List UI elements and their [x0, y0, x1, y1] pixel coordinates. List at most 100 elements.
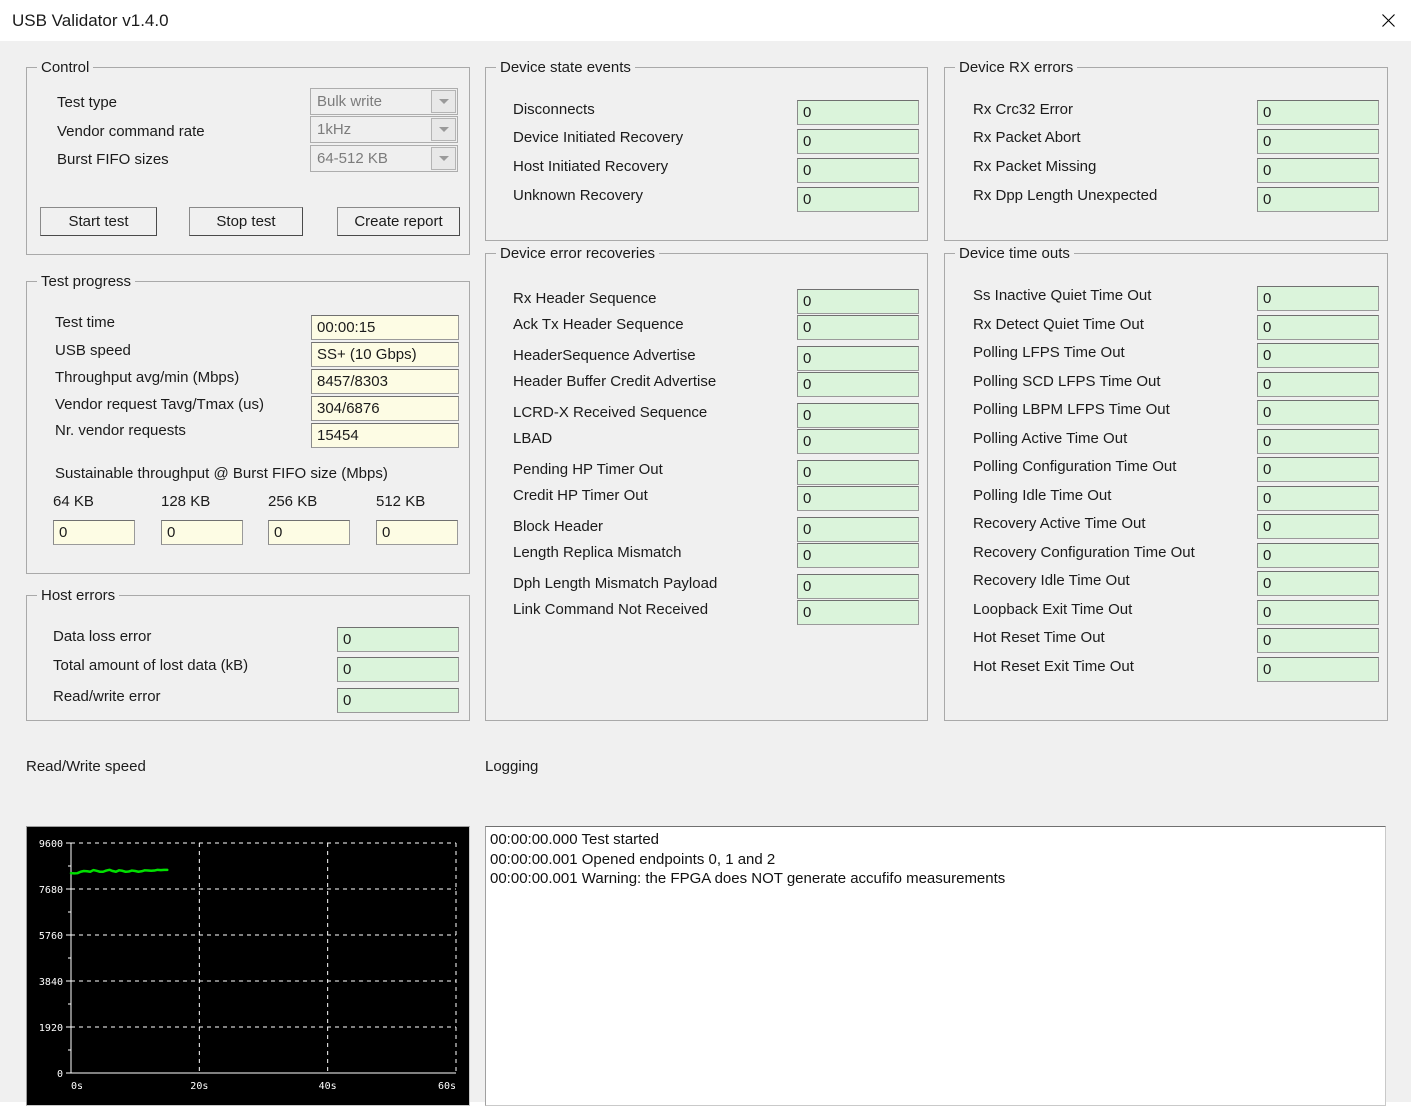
title-bar: USB Validator v1.4.0 — [0, 0, 1411, 42]
log-line: 00:00:00.001 Opened endpoints 0, 1 and 2 — [490, 850, 776, 868]
lost-data-label: Total amount of lost data (kB) — [53, 657, 249, 674]
svg-text:40s: 40s — [319, 1081, 337, 1092]
vendor-command-rate-label: Vendor command rate — [57, 123, 205, 140]
recovery-configuration-time-out-label: Recovery Configuration Time Out — [973, 544, 1195, 561]
lost-data-value: 0 — [337, 657, 459, 682]
throughput-label: Throughput avg/min (Mbps) — [55, 369, 240, 386]
read-write-speed-heading: Read/Write speed — [26, 758, 146, 775]
fifo-512kb-label: 512 KB — [376, 493, 426, 510]
data-loss-error-label: Data loss error — [53, 628, 152, 645]
lcrd-x-received-sequence-value: 0 — [797, 403, 919, 428]
read-write-error-label: Read/write error — [53, 688, 161, 705]
burst-fifo-sizes-value: 64-512 KB — [317, 150, 388, 167]
rx-packet-missing-value: 0 — [1257, 158, 1379, 183]
svg-text:9600: 9600 — [39, 839, 63, 850]
polling-configuration-time-out-value: 0 — [1257, 457, 1379, 482]
host-initiated-recovery-value: 0 — [797, 158, 919, 183]
vendor-command-rate-combo[interactable]: 1kHz — [310, 116, 458, 143]
length-replica-mismatch-value: 0 — [797, 543, 919, 568]
lbad-label: LBAD — [513, 430, 553, 447]
svg-text:20s: 20s — [190, 1081, 208, 1092]
hot-reset-time-out-label: Hot Reset Time Out — [973, 629, 1105, 646]
rx-detect-quiet-time-out-label: Rx Detect Quiet Time Out — [973, 316, 1144, 333]
host-errors-group-title: Host errors — [37, 587, 120, 604]
polling-active-time-out-value: 0 — [1257, 429, 1379, 454]
device-initiated-recovery-value: 0 — [797, 129, 919, 154]
hot-reset-time-out-value: 0 — [1257, 628, 1379, 653]
device-error-recoveries-group: Device error recoveries Rx Header Sequen… — [485, 245, 928, 721]
hot-reset-exit-time-out-label: Hot Reset Exit Time Out — [973, 658, 1134, 675]
rx-header-sequence-label: Rx Header Sequence — [513, 290, 657, 307]
rx-crc32-error-value: 0 — [1257, 100, 1379, 125]
fifo-128kb-value: 0 — [161, 520, 243, 545]
device-time-outs-group: Device time outs Ss Inactive Quiet Time … — [944, 245, 1388, 721]
vendor-request-time-label: Vendor request Tavg/Tmax (us) — [55, 396, 264, 413]
svg-text:0: 0 — [57, 1069, 63, 1080]
usb-speed-label: USB speed — [55, 342, 131, 359]
rx-crc32-error-label: Rx Crc32 Error — [973, 101, 1074, 118]
device-rx-errors-group-title: Device RX errors — [955, 59, 1078, 76]
fifo-512kb-value: 0 — [376, 520, 458, 545]
polling-lbpm-lfps-time-out-label: Polling LBPM LFPS Time Out — [973, 401, 1170, 418]
burst-fifo-sizes-combo[interactable]: 64-512 KB — [310, 145, 458, 172]
loopback-exit-time-out-label: Loopback Exit Time Out — [973, 601, 1133, 618]
polling-idle-time-out-label: Polling Idle Time Out — [973, 487, 1112, 504]
pending-hp-timer-out-value: 0 — [797, 460, 919, 485]
polling-scd-lfps-time-out-label: Polling SCD LFPS Time Out — [973, 373, 1161, 390]
device-time-outs-group-title: Device time outs — [955, 245, 1074, 262]
pending-hp-timer-out-label: Pending HP Timer Out — [513, 461, 663, 478]
polling-lfps-time-out-value: 0 — [1257, 343, 1379, 368]
test-time-value: 00:00:15 — [311, 315, 459, 340]
read-write-speed-chart: 0 1920 3840 5760 7680 9600 0s 20s 40s 60s — [26, 826, 470, 1106]
read-write-error-value: 0 — [337, 688, 459, 713]
svg-text:7680: 7680 — [39, 885, 63, 896]
device-initiated-recovery-label: Device Initiated Recovery — [513, 129, 684, 146]
vendor-command-rate-value: 1kHz — [317, 121, 352, 138]
recovery-idle-time-out-label: Recovery Idle Time Out — [973, 572, 1130, 589]
close-button[interactable] — [1365, 0, 1411, 40]
ss-inactive-quiet-time-out-value: 0 — [1257, 286, 1379, 311]
unknown-recovery-label: Unknown Recovery — [513, 187, 644, 204]
window-title: USB Validator v1.4.0 — [12, 11, 169, 30]
create-report-button[interactable]: Create report — [337, 207, 460, 236]
ss-inactive-quiet-time-out-label: Ss Inactive Quiet Time Out — [973, 287, 1152, 304]
client-area: Control Test type Bulk write Vendor comm… — [0, 41, 1411, 1106]
polling-active-time-out-label: Polling Active Time Out — [973, 430, 1128, 447]
lbad-value: 0 — [797, 429, 919, 454]
test-type-value: Bulk write — [317, 93, 383, 110]
control-group-title: Control — [37, 59, 94, 76]
logging-heading: Logging — [485, 758, 539, 775]
link-command-not-received-label: Link Command Not Received — [513, 601, 709, 618]
close-icon — [1381, 13, 1395, 27]
rx-packet-abort-label: Rx Packet Abort — [973, 129, 1081, 146]
chevron-down-icon[interactable] — [431, 118, 456, 141]
control-group: Control Test type Bulk write Vendor comm… — [26, 59, 470, 255]
data-loss-error-value: 0 — [337, 627, 459, 652]
header-buffer-credit-advertise-label: Header Buffer Credit Advertise — [513, 373, 717, 390]
length-replica-mismatch-label: Length Replica Mismatch — [513, 544, 682, 561]
header-sequence-advertise-label: HeaderSequence Advertise — [513, 347, 696, 364]
polling-idle-time-out-value: 0 — [1257, 486, 1379, 511]
test-type-combo[interactable]: Bulk write — [310, 88, 458, 115]
device-state-events-group-title: Device state events — [496, 59, 635, 76]
disconnects-value: 0 — [797, 100, 919, 125]
rx-dpp-length-unexpected-value: 0 — [1257, 187, 1379, 212]
rx-header-sequence-value: 0 — [797, 289, 919, 314]
chevron-down-icon[interactable] — [431, 90, 456, 113]
rx-detect-quiet-time-out-value: 0 — [1257, 315, 1379, 340]
logging-textarea[interactable]: 00:00:00.000 Test started 00:00:00.001 Op… — [485, 826, 1386, 1106]
sustainable-throughput-label: Sustainable throughput @ Burst FIFO size… — [55, 465, 388, 482]
polling-configuration-time-out-label: Polling Configuration Time Out — [973, 458, 1177, 475]
chevron-down-icon[interactable] — [431, 147, 456, 170]
log-line: 00:00:00.001 Warning: the FPGA does NOT … — [490, 870, 1006, 887]
nr-vendor-requests-value: 15454 — [311, 423, 459, 448]
host-initiated-recovery-label: Host Initiated Recovery — [513, 158, 669, 175]
stop-test-button[interactable]: Stop test — [189, 207, 303, 236]
unknown-recovery-value: 0 — [797, 187, 919, 212]
start-test-button[interactable]: Start test — [40, 207, 157, 236]
block-header-label: Block Header — [513, 518, 604, 535]
test-time-label: Test time — [55, 314, 116, 331]
loopback-exit-time-out-value: 0 — [1257, 600, 1379, 625]
recovery-active-time-out-label: Recovery Active Time Out — [973, 515, 1146, 532]
rx-packet-missing-label: Rx Packet Missing — [973, 158, 1097, 175]
